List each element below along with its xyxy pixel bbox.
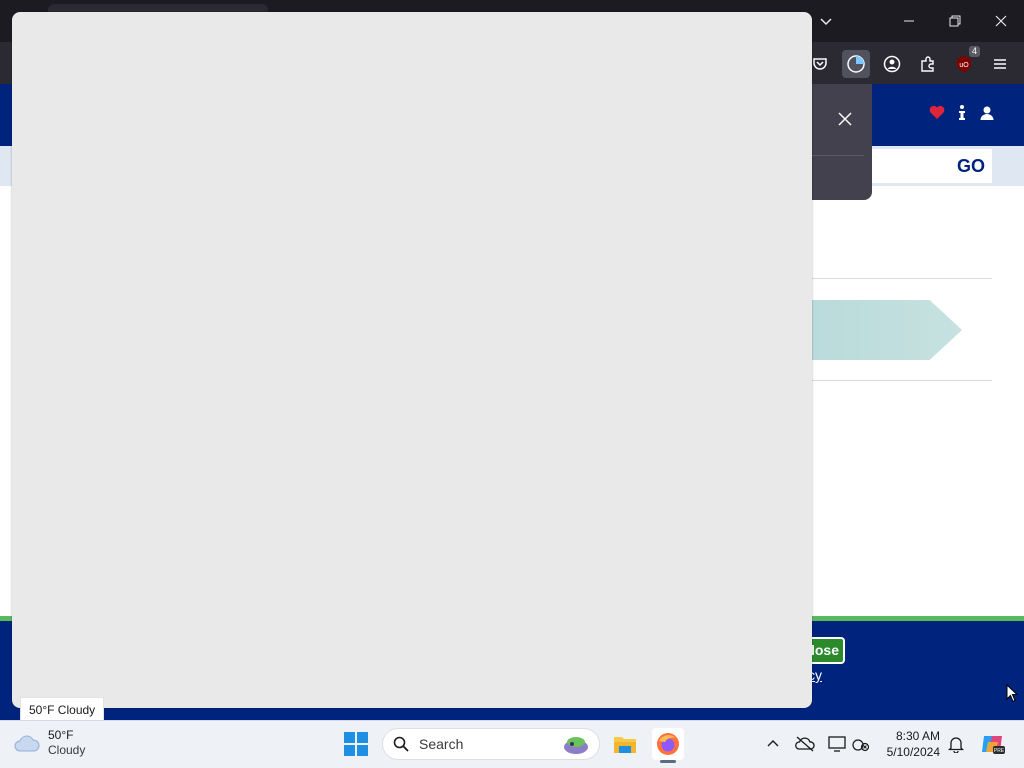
onedrive-tray[interactable] (794, 732, 816, 756)
notifications-icon (948, 737, 964, 753)
account-button[interactable] (878, 50, 906, 78)
display-tray[interactable] (826, 732, 848, 756)
clock-date: 5/10/2024 (886, 745, 940, 759)
menu-button[interactable] (986, 50, 1014, 78)
restore-icon (949, 15, 961, 27)
extensions-button[interactable] (914, 50, 942, 78)
active-app-indicator (660, 760, 676, 763)
file-explorer-app[interactable] (609, 728, 641, 760)
cursor-icon (1006, 683, 1019, 703)
show-hidden-icons-button[interactable] (762, 732, 784, 756)
pocket-icon (813, 58, 827, 70)
banner-arrow (800, 300, 962, 360)
bing-highlight-icon (564, 737, 588, 754)
firefox-icon (657, 733, 679, 755)
ublock-button[interactable]: uO 4 (950, 46, 980, 78)
restore-button[interactable] (932, 0, 978, 42)
start-button[interactable] (344, 732, 368, 756)
account-link[interactable] (979, 105, 995, 126)
weather-widget[interactable]: 50°F Cloudy (14, 728, 85, 758)
copilot-button[interactable]: PRE (980, 732, 1006, 756)
user-icon (980, 106, 994, 120)
minimize-button[interactable] (886, 0, 932, 42)
info-icon (959, 105, 965, 120)
copilot-icon: PRE (982, 736, 1005, 754)
taskbar-search-placeholder: Search (419, 736, 464, 752)
svg-text:uO: uO (959, 62, 969, 69)
popup-close-button[interactable] (834, 108, 856, 130)
cloud-icon (14, 735, 40, 752)
notifications-button[interactable] (945, 732, 967, 756)
close-icon (995, 15, 1007, 27)
menu-icon (994, 59, 1006, 69)
ublock-icon: uO (957, 56, 971, 72)
heart-icon (929, 105, 945, 119)
ublock-badge: 4 (968, 46, 980, 57)
extension-active-icon (847, 55, 865, 73)
extensions-icon (921, 56, 934, 72)
account-icon (883, 55, 901, 73)
taskbar-search[interactable]: Search (382, 728, 600, 760)
weather-temp: 50°F (48, 728, 74, 742)
close-window-button[interactable] (978, 0, 1024, 42)
windows-logo-icon (344, 732, 368, 756)
divider (812, 380, 992, 381)
firefox-app[interactable] (652, 728, 684, 760)
divider (812, 278, 992, 279)
extension-active-button[interactable] (842, 50, 870, 78)
blank-overlay-window (12, 12, 812, 708)
display-icon (828, 736, 846, 752)
taskbar-clock[interactable]: 8:30 AM 5/10/2024 (880, 728, 940, 760)
favorites-link[interactable] (929, 105, 945, 125)
search-icon (393, 736, 409, 752)
onedrive-off-icon (795, 736, 815, 752)
network-icon (852, 739, 870, 752)
chevron-down-icon (820, 18, 832, 26)
mouse-cursor (1006, 683, 1019, 708)
clock-time: 8:30 AM (895, 729, 940, 743)
weather-condition: Cloudy (48, 743, 86, 757)
search-go-button[interactable]: GO (950, 149, 992, 183)
svg-text:PRE: PRE (994, 748, 1005, 754)
file-explorer-icon (614, 737, 636, 753)
minimize-icon (904, 20, 914, 22)
network-tray[interactable] (850, 732, 872, 756)
close-icon (838, 112, 852, 126)
info-link[interactable] (956, 104, 968, 122)
chevron-up-icon (767, 740, 779, 747)
